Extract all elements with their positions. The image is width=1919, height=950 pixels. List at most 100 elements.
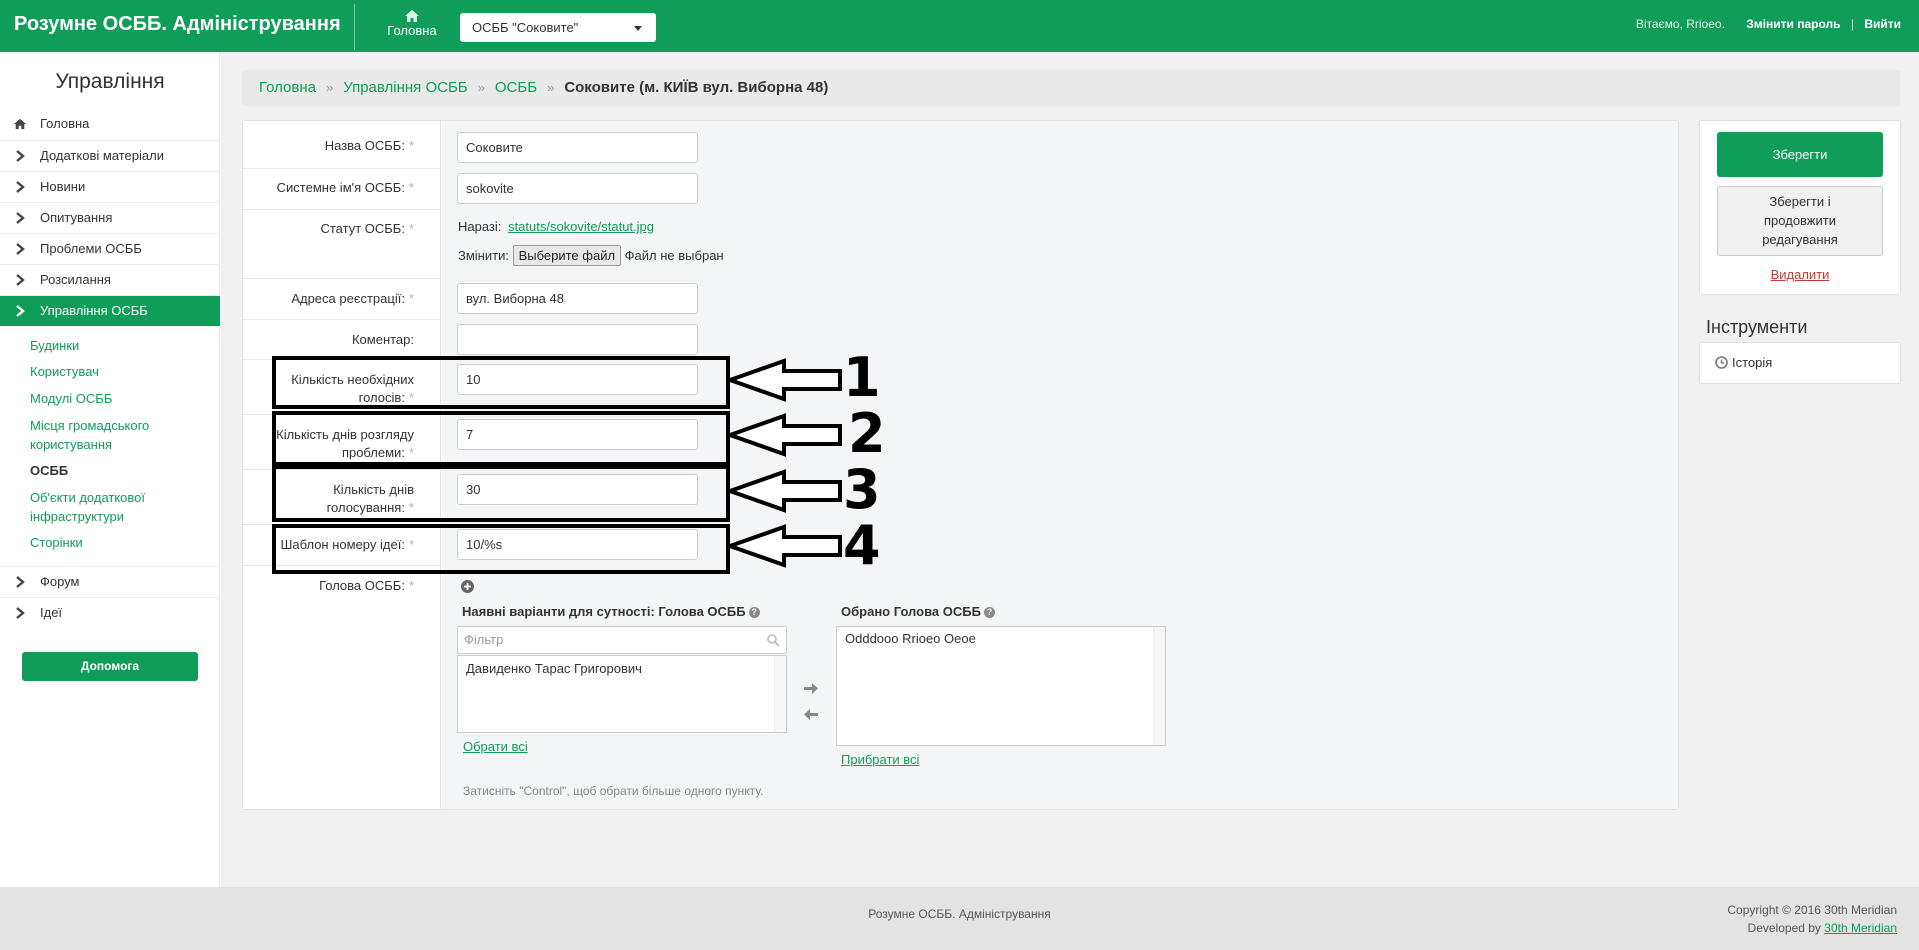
footer-title: Розумне ОСББ. Адміністрування xyxy=(868,907,1051,921)
breadcrumb-osbb-management[interactable]: Управління ОСББ xyxy=(343,79,467,96)
annotation-arrow-2 xyxy=(726,413,842,457)
chevron-right-icon xyxy=(16,305,25,317)
sidebar-subitem-infrastructure[interactable]: Об'єкти додаткової інфраструктури xyxy=(30,488,175,526)
breadcrumb: Головна » Управління ОСББ » ОСББ » Соковите (м… xyxy=(242,70,1900,106)
sidebar-item-mailing[interactable]: Розсилання xyxy=(0,264,220,295)
row-divider xyxy=(243,209,441,210)
row-divider xyxy=(243,278,441,279)
required-mark: * xyxy=(408,180,414,195)
annotation-box-3 xyxy=(272,465,730,522)
caret-down-icon xyxy=(634,26,642,31)
comment-input[interactable] xyxy=(457,324,698,355)
select-all-link[interactable]: Обрати всі xyxy=(463,739,528,754)
filter-input[interactable]: Фільтр xyxy=(457,626,787,654)
annotation-arrow-4 xyxy=(726,524,842,568)
sidebar-item-label: Розсилання xyxy=(40,272,111,287)
chevron-right-icon xyxy=(16,243,25,255)
annotation-arrow-3 xyxy=(726,469,842,513)
sidebar-item-label: Форум xyxy=(40,574,80,589)
sidebar-item-label: Головна xyxy=(40,116,90,131)
required-mark: * xyxy=(408,578,414,593)
comment-label: Коментар: xyxy=(351,332,414,347)
help-button[interactable]: Допомога xyxy=(22,652,198,681)
sidebar-item-polls[interactable]: Опитування xyxy=(0,202,220,233)
address-label: Адреса реєстрації: * xyxy=(291,290,414,308)
sidebar-subitem-osbb-modules[interactable]: Модулі ОСББ xyxy=(30,389,215,408)
scrollbar[interactable] xyxy=(774,656,786,732)
arrow-right-icon[interactable] xyxy=(804,683,818,694)
navbar-divider xyxy=(354,4,355,50)
statute-file-link[interactable]: statuts/sokovite/statut.jpg xyxy=(508,219,654,234)
history-link[interactable]: Історія xyxy=(1715,355,1772,370)
sidebar-item-label: Опитування xyxy=(40,210,113,225)
address-input[interactable]: вул. Виборна 48 xyxy=(457,283,698,314)
osbb-select-value: ОСББ "Соковите" xyxy=(472,20,579,35)
sidebar-item-label: Ідеї xyxy=(40,605,63,620)
sidebar-item-home[interactable]: Головна xyxy=(0,109,220,140)
save-button[interactable]: Зберегти xyxy=(1717,132,1883,177)
sidebar-item-osbb-management[interactable]: Управління ОСББ xyxy=(0,295,220,326)
delete-link[interactable]: Видалити xyxy=(1717,267,1883,282)
name-input[interactable]: Соковите xyxy=(457,132,698,163)
annotation-box-1 xyxy=(272,356,730,409)
sidebar-subitem-buildings[interactable]: Будинки xyxy=(30,336,215,355)
brand-title[interactable]: Розумне ОСББ. Адміністрування xyxy=(14,13,341,36)
breadcrumb-separator: » xyxy=(477,80,485,95)
chevron-right-icon xyxy=(16,150,25,162)
chevron-right-icon xyxy=(16,576,25,588)
sidebar-item-label: Додаткові матеріали xyxy=(40,148,164,163)
developer-link[interactable]: 30th Meridian xyxy=(1824,921,1897,935)
required-mark: * xyxy=(408,221,414,236)
statute-change: Змінити: Выберите файл Файл не выбран xyxy=(458,245,724,266)
osbb-select[interactable]: ОСББ "Соковите" xyxy=(460,13,656,42)
row-divider xyxy=(243,319,441,320)
annotation-arrow-1 xyxy=(726,358,842,402)
sidebar-subitem-pages[interactable]: Сторінки xyxy=(30,533,215,552)
sidebar-subitem-osbb[interactable]: ОСББ xyxy=(30,461,215,480)
chosen-options-list[interactable]: Odddooo Rrioeo Oeoe xyxy=(836,626,1166,746)
chosen-options-title-text: Обрано Голова ОСББ xyxy=(841,604,981,619)
system-name-label-text: Системне ім'я ОСББ: xyxy=(276,180,405,195)
breadcrumb-separator: » xyxy=(547,80,555,95)
logout-link[interactable]: Вийти xyxy=(1864,17,1901,31)
sidebar-item-ideas[interactable]: Ідеї xyxy=(0,597,220,628)
home-nav-link[interactable]: Головна xyxy=(378,10,446,38)
breadcrumb-home[interactable]: Головна xyxy=(259,79,316,96)
annotation-number-4: 4 xyxy=(843,514,881,577)
available-options-title: Наявні варіанти для сутності: Голова ОСБ… xyxy=(462,604,760,619)
remove-all-link[interactable]: Прибрати всі xyxy=(841,752,919,767)
save-and-continue-button[interactable]: Зберегти і продовжити редагування xyxy=(1717,186,1883,256)
multiselect-hint: Затисніть "Control", щоб обрати більше о… xyxy=(463,784,764,798)
sidebar-subitem-user[interactable]: Користувач xyxy=(30,362,215,381)
row-divider xyxy=(243,168,441,169)
head-label-text: Голова ОСББ: xyxy=(319,578,405,593)
system-name-label: Системне ім'я ОСББ: * xyxy=(277,179,414,197)
available-option[interactable]: Давиденко Тарас Григорович xyxy=(466,661,642,676)
available-options-list[interactable]: Давиденко Тарас Григорович xyxy=(457,655,787,733)
tools-title: Інструменти xyxy=(1706,317,1808,337)
sidebar-item-label: Новини xyxy=(40,179,86,194)
sidebar-item-problems[interactable]: Проблеми ОСББ xyxy=(0,233,220,264)
breadcrumb-osbb[interactable]: ОСББ xyxy=(495,79,537,96)
annotation-number-2: 2 xyxy=(848,402,886,465)
breadcrumb-current: Соковите (м. КИЇВ вул. Виборна 48) xyxy=(564,79,829,96)
add-circle-icon[interactable] xyxy=(461,580,474,593)
developed-by-text: Developed by xyxy=(1747,921,1821,935)
statute-label-text: Статут ОСББ: xyxy=(320,221,405,236)
statute-change-prefix: Змінити: xyxy=(458,248,509,263)
choose-file-button[interactable]: Выберите файл xyxy=(512,245,622,266)
head-label: Голова ОСББ: * xyxy=(319,577,414,595)
change-password-link[interactable]: Змінити пароль xyxy=(1746,17,1840,31)
scrollbar[interactable] xyxy=(1153,627,1165,745)
sidebar-item-additional-materials[interactable]: Додаткові матеріали xyxy=(0,140,220,171)
userbar-separator: | xyxy=(1850,17,1854,31)
sidebar-item-forum[interactable]: Форум xyxy=(0,566,220,597)
statute-current-prefix: Наразі: xyxy=(458,219,502,234)
arrow-left-icon[interactable] xyxy=(804,709,818,720)
sidebar-item-news[interactable]: Новини xyxy=(0,171,220,202)
system-name-input[interactable]: sokovite xyxy=(457,173,698,204)
chosen-option[interactable]: Odddooo Rrioeo Oeoe xyxy=(845,631,976,646)
breadcrumb-separator: » xyxy=(326,80,334,95)
sidebar-subitem-public-places[interactable]: Місця громадського користування xyxy=(30,416,180,454)
file-status-text: Файл не выбран xyxy=(624,248,724,263)
